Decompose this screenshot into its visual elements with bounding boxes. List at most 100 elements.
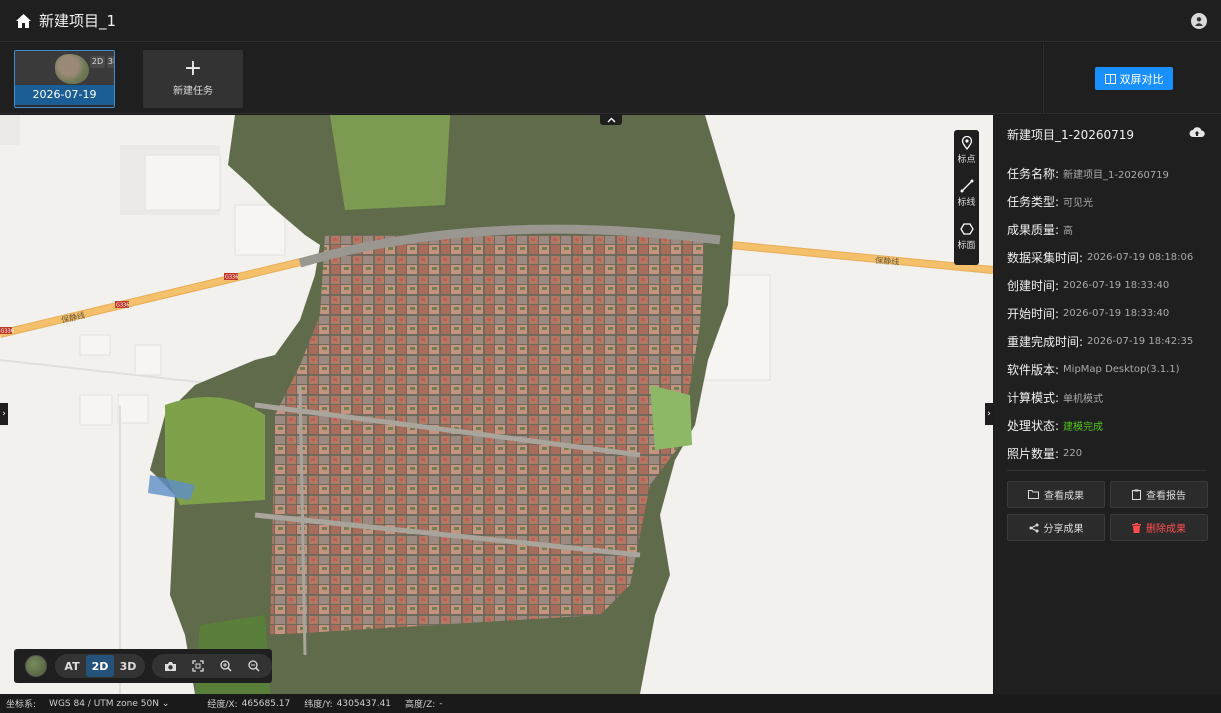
- delete-results-button[interactable]: 删除成果: [1110, 514, 1208, 541]
- share-results-label: 分享成果: [1043, 524, 1084, 535]
- mark-line-tool[interactable]: 标线: [954, 179, 979, 222]
- alt-label: 高度/Z:: [405, 700, 436, 710]
- chevron-right-icon: ›: [2, 409, 6, 419]
- trash-icon: [1132, 522, 1141, 533]
- info-row: 重建完成时间: 2026-07-19 18:42:35: [1007, 327, 1212, 355]
- task-card[interactable]: 2D 3D 2026-07-19: [14, 50, 115, 108]
- polyline-icon: [960, 179, 973, 193]
- fit-extent-icon: [192, 660, 204, 672]
- mark-area-tool[interactable]: 标面: [954, 222, 979, 265]
- info-value: 2026-07-19 08:18:06: [1087, 251, 1194, 263]
- lon-label: 经度/X:: [207, 700, 238, 710]
- info-key: 任务名称:: [1007, 166, 1060, 181]
- left-panel-toggle[interactable]: ›: [0, 403, 8, 425]
- info-key: 创建时间:: [1007, 278, 1060, 293]
- info-row: 计算模式: 单机模式: [1007, 383, 1212, 411]
- right-panel-toggle[interactable]: ›: [985, 403, 993, 425]
- road-label: 保静线: [875, 255, 900, 267]
- info-key: 数据采集时间:: [1007, 250, 1084, 265]
- collapse-taskstrip-button[interactable]: [600, 115, 622, 125]
- info-row: 成果质量: 高: [1007, 215, 1212, 243]
- status-badge: 建模完成: [1063, 421, 1104, 433]
- task-date: 2026-07-19: [15, 85, 114, 105]
- info-row: 数据采集时间: 2026-07-19 08:18:06: [1007, 243, 1212, 271]
- info-key: 处理状态:: [1007, 418, 1060, 433]
- screenshot-button[interactable]: [156, 655, 184, 677]
- compare-button-label: 双屏对比: [1119, 72, 1164, 86]
- info-value: 可见光: [1063, 197, 1094, 209]
- view-mode-2d[interactable]: 2D: [86, 655, 114, 677]
- polygon-icon: [959, 223, 974, 235]
- lat-value: 4305437.41: [336, 698, 392, 709]
- task-detail-panel: 新建项目_1-20260719 任务名称: 新建项目_1-20260719 任务类…: [994, 115, 1221, 694]
- crs-select[interactable]: WGS 84 / UTM zone 50N ⌄: [49, 699, 169, 709]
- plus-icon: +: [183, 56, 203, 81]
- camera-icon: [164, 661, 176, 671]
- zoom-in-icon: [220, 660, 232, 672]
- fit-extent-button[interactable]: [184, 655, 212, 677]
- info-value: 单机模式: [1063, 393, 1104, 405]
- clipboard-icon: [1132, 489, 1141, 500]
- compare-area: 双屏对比: [1043, 43, 1221, 114]
- mode-chip-3d[interactable]: 3D: [107, 56, 114, 68]
- task-thumbnail: 2D 3D: [15, 51, 114, 87]
- lon-value: 465685.17: [241, 698, 291, 709]
- crs-label: 坐标系:: [6, 700, 37, 710]
- info-row: 开始时间: 2026-07-19 18:33:40: [1007, 299, 1212, 327]
- lat-label: 纬度/Y:: [304, 700, 333, 710]
- zoom-in-button[interactable]: [212, 655, 240, 677]
- view-results-button[interactable]: 查看成果: [1007, 481, 1105, 508]
- view-mode-at[interactable]: AT: [58, 655, 86, 677]
- info-row: 任务类型: 可见光: [1007, 187, 1212, 215]
- info-key: 软件版本:: [1007, 362, 1060, 377]
- info-value: 2026-07-19 18:42:35: [1087, 335, 1194, 347]
- info-key: 开始时间:: [1007, 306, 1060, 321]
- info-value: 高: [1063, 225, 1074, 237]
- map-pin-icon: [961, 136, 972, 150]
- folder-icon: [1028, 490, 1039, 499]
- basemap-switch[interactable]: [25, 655, 47, 677]
- result-actions: 查看成果 查看报告 分享成果 删除成果: [1007, 481, 1209, 541]
- info-row: 处理状态: 建模完成: [1007, 411, 1212, 439]
- split-screen-icon: [1104, 73, 1116, 84]
- compare-button[interactable]: 双屏对比: [1095, 67, 1173, 90]
- info-key: 重建完成时间:: [1007, 334, 1084, 349]
- chevron-down-icon: ⌄: [161, 698, 170, 709]
- info-key: 照片数量:: [1007, 446, 1060, 461]
- alt-value: -: [439, 698, 443, 709]
- info-value: 220: [1063, 447, 1083, 459]
- map-tool-group: [152, 654, 272, 678]
- view-report-button[interactable]: 查看报告: [1110, 481, 1208, 508]
- view-mode-3d[interactable]: 3D: [114, 655, 142, 677]
- view-report-label: 查看报告: [1146, 491, 1186, 502]
- mark-point-label: 标点: [957, 155, 976, 165]
- info-value: MipMap Desktop(3.1.1): [1063, 363, 1180, 375]
- map-toolbar: AT 2D 3D: [14, 649, 272, 683]
- zoom-out-icon: [248, 660, 260, 672]
- road-label: 保静线: [60, 310, 86, 325]
- divider: [1007, 470, 1207, 471]
- view-mode-group: AT 2D 3D: [55, 654, 145, 678]
- mode-chip-2d[interactable]: 2D: [90, 56, 105, 68]
- delete-results-label: 删除成果: [1146, 524, 1186, 535]
- cloud-upload-icon[interactable]: [1189, 125, 1205, 139]
- info-key: 计算模式:: [1007, 390, 1060, 405]
- mark-point-tool[interactable]: 标点: [954, 136, 979, 179]
- share-results-button[interactable]: 分享成果: [1007, 514, 1105, 541]
- info-row: 任务名称: 新建项目_1-20260719: [1007, 159, 1212, 187]
- road-shield: G336: [116, 303, 129, 309]
- panel-title: 新建项目_1-20260719: [1007, 128, 1135, 142]
- user-icon[interactable]: [1191, 13, 1207, 29]
- info-row: 照片数量: 220: [1007, 439, 1212, 467]
- info-row: 软件版本: MipMap Desktop(3.1.1): [1007, 355, 1212, 383]
- project-title: 新建项目_1: [39, 12, 117, 30]
- info-key: 成果质量:: [1007, 222, 1060, 237]
- zoom-out-button[interactable]: [240, 655, 268, 677]
- map-viewport[interactable]: 保静线 保静线 G336 G336 G336 › › 标点 标线 标面 AT 2…: [0, 115, 993, 694]
- crs-value: WGS 84 / UTM zone 50N: [49, 698, 159, 709]
- mark-line-label: 标线: [957, 198, 976, 208]
- draw-tools: 标点 标线 标面: [954, 130, 979, 265]
- home-icon[interactable]: [15, 13, 31, 29]
- road-shield: G336: [225, 275, 238, 281]
- new-task-button[interactable]: + 新建任务: [143, 50, 243, 108]
